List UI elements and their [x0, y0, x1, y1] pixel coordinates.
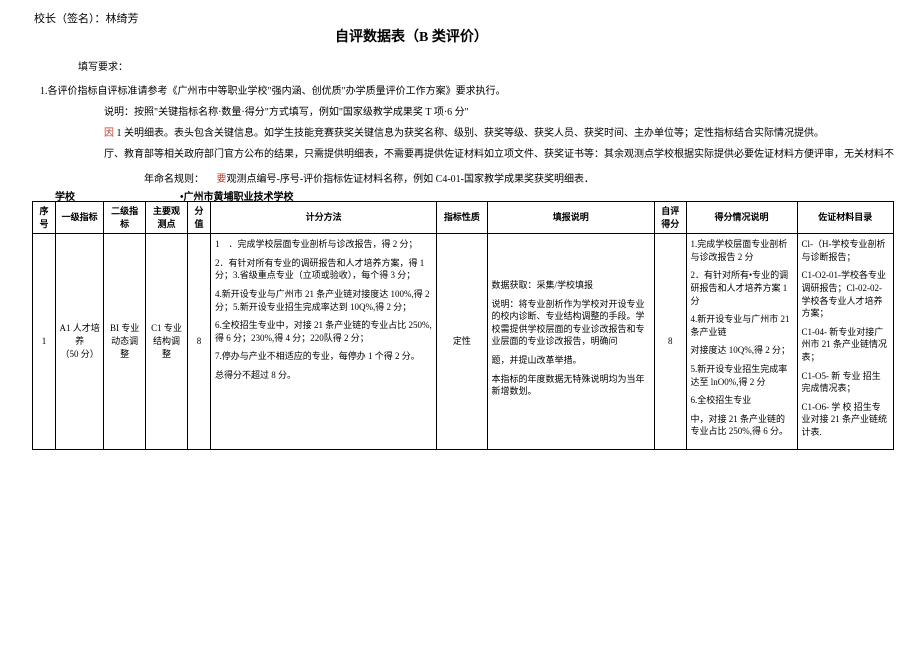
cell-self-score: 8: [655, 234, 686, 449]
th-level3: 主要观测点: [146, 202, 188, 234]
method-text: 1 ．完成学校层面专业剖析与诊改报告，得 2 分；2．有针对所有专业的调研报告和…: [215, 238, 432, 381]
paragraph-2: 说明：按照"关键指标名称·数量·得分"方式填写，例如"国家级教学成果奖 T 项·…: [104, 103, 469, 118]
th-method: 计分方法: [211, 202, 437, 234]
table-header-row: 序号 一级指标 二级指标 主要观测点 分值 计分方法 指标性质 填报说明 自评得…: [33, 202, 894, 234]
cell-nature: 定性: [437, 234, 487, 449]
cell-instruction: 数据获取：采集/学校填报说明：将专业剖析作为学校对开设专业的校内诊断、专业结构调…: [487, 234, 655, 449]
naming-rule-text: 观测点编号-序号-评价指标佐证材料名称，例如 C4-01-国家教学成果奖获奖明细…: [227, 174, 595, 185]
th-level1: 一级指标: [56, 202, 104, 234]
signature-line: 校长（签名）：林绮芳: [34, 10, 139, 26]
cell-seq: 1: [33, 234, 56, 449]
th-self-score: 自评得分: [655, 202, 686, 234]
paragraph-4: 厅、教育部等相关政府部门官方公布的结果，只需提供明细表，不需要再提供佐证材料如立…: [104, 145, 894, 160]
th-materials: 佐证材料目录: [797, 202, 893, 234]
document-title: 自评数据表（B 类评价）: [335, 26, 505, 46]
th-nature: 指标性质: [437, 202, 487, 234]
score-desc-text: 1.完成学校层面专业剖析与诊改报告 2 分2．有针对所有•专业的调研报告和人才培…: [691, 238, 793, 438]
naming-rule-highlight: 要: [217, 174, 227, 185]
cell-level2: BI 专业动态调整: [104, 234, 146, 449]
th-score-desc: 得分情况说明: [686, 202, 797, 234]
cell-score-value: 8: [187, 234, 210, 449]
materials-text: Cl-（H-学校专业剖析与诊断报告；C1-O2-01-学校各专业调研报告；Cl-…: [802, 238, 889, 438]
cell-level3: C1 专业结构调整: [146, 234, 188, 449]
th-instruction: 填报说明: [487, 202, 655, 234]
paragraph-1: 1.各评价指标自评标准请参考《广州市中等职业学校"强内涵、创优质"办学质量评价工…: [40, 82, 506, 97]
th-level2: 二级指标: [104, 202, 146, 234]
paragraph-5: 年命名规则： 要观测点编号-序号-评价指标佐证材料名称，例如 C4-01-国家教…: [144, 170, 594, 185]
cell-level1: A1 人才培养（50 分）: [56, 234, 104, 449]
table-row: 1 A1 人才培养（50 分） BI 专业动态调整 C1 专业结构调整 8 1 …: [33, 234, 894, 449]
naming-rule-label: 年命名规则：: [144, 174, 204, 185]
cell-score-desc: 1.完成学校层面专业剖析与诊改报告 2 分2．有针对所有•专业的调研报告和人才培…: [686, 234, 797, 449]
cell-method: 1 ．完成学校层面专业剖析与诊改报告，得 2 分；2．有针对所有专业的调研报告和…: [211, 234, 437, 449]
th-seq: 序号: [33, 202, 56, 234]
instruction-text: 数据获取：采集/学校填报说明：将专业剖析作为学校对开设专业的校内诊断、专业结构调…: [492, 279, 651, 398]
paragraph-3: 因 1 关明细表。表头包含关键信息。如学生技能竞赛获奖关键信息为获奖名称、级别、…: [104, 124, 824, 139]
evaluation-table: 序号 一级指标 二级指标 主要观测点 分值 计分方法 指标性质 填报说明 自评得…: [32, 201, 894, 450]
cell-materials: Cl-（H-学校专业剖析与诊断报告；C1-O2-01-学校各专业调研报告；Cl-…: [797, 234, 893, 449]
fill-requirement-label: 填写要求：: [78, 58, 128, 73]
highlight-char: 因: [104, 128, 114, 139]
th-score-value: 分值: [187, 202, 210, 234]
